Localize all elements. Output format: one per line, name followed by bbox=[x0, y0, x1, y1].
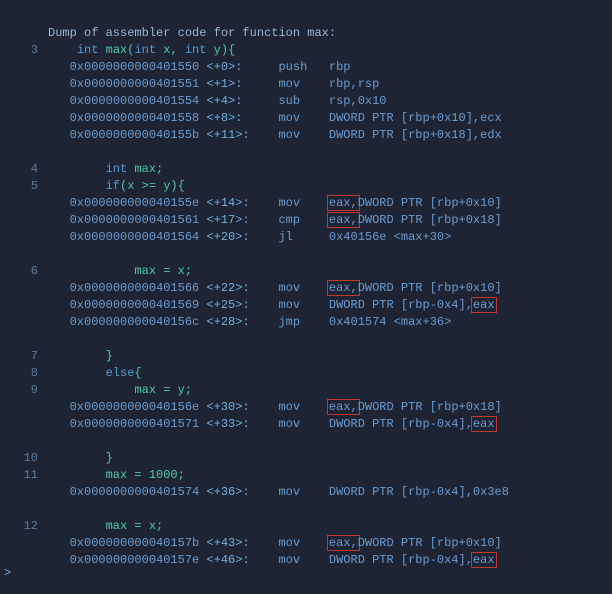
keyword-int: int bbox=[77, 43, 99, 57]
highlight-box: eax, bbox=[327, 280, 360, 296]
gutter bbox=[8, 25, 48, 42]
dump-header: Dump of assembler code for function max: bbox=[48, 26, 336, 40]
source-line: max = 1000; bbox=[106, 468, 185, 482]
line-number: 7 bbox=[8, 348, 48, 365]
highlight-box: eax, bbox=[327, 535, 360, 551]
source-line: } bbox=[106, 349, 113, 363]
source-line: max; bbox=[127, 162, 163, 176]
highlight-box: eax, bbox=[327, 399, 360, 415]
line-number: 8 bbox=[8, 365, 48, 382]
highlight-box: eax bbox=[471, 297, 497, 313]
line-number: 12 bbox=[8, 518, 48, 535]
line-number: 4 bbox=[8, 161, 48, 178]
source-line: (x >= y){ bbox=[120, 179, 185, 193]
disassembly-view: Dump of assembler code for function max:… bbox=[0, 0, 612, 586]
highlight-box: eax, bbox=[327, 195, 360, 211]
source-line: max = x; bbox=[106, 519, 164, 533]
line-number: 11 bbox=[8, 467, 48, 484]
line-number: 9 bbox=[8, 382, 48, 399]
line-number: 6 bbox=[8, 263, 48, 280]
source-line: max = x; bbox=[106, 264, 192, 278]
addr: 0x0000000000401550 bbox=[70, 60, 200, 74]
gdb-prompt[interactable]: > bbox=[4, 565, 11, 582]
offset: <+0>: bbox=[206, 60, 242, 74]
mnemonic: push bbox=[278, 60, 307, 74]
source-line: max( bbox=[98, 43, 134, 57]
highlight-box: eax, bbox=[327, 212, 360, 228]
highlight-box: eax bbox=[471, 416, 497, 432]
highlight-box: eax bbox=[471, 552, 497, 568]
line-number: 5 bbox=[8, 178, 48, 195]
source-line: } bbox=[106, 451, 113, 465]
line-number: 10 bbox=[8, 450, 48, 467]
line-number: 3 bbox=[8, 42, 48, 59]
source-line: max = y; bbox=[106, 383, 192, 397]
operands: rbp bbox=[329, 60, 351, 74]
